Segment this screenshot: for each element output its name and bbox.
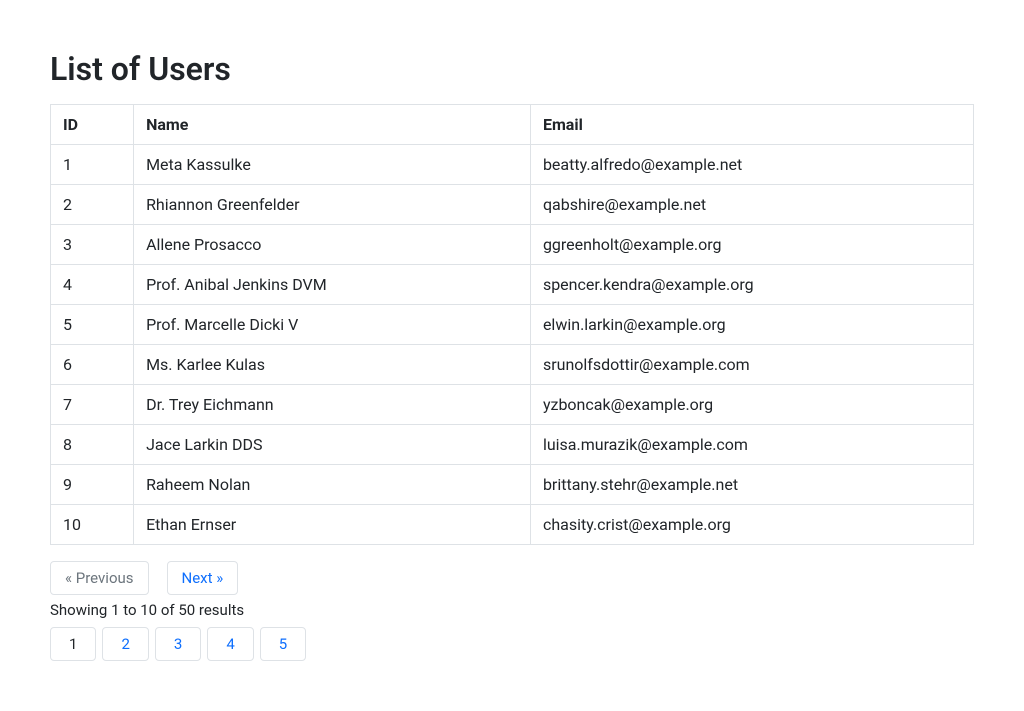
cell-email: elwin.larkin@example.org: [530, 305, 973, 345]
cell-name: Jace Larkin DDS: [134, 425, 531, 465]
table-row: 3Allene Prosaccoggreenholt@example.org: [51, 225, 974, 265]
column-header-id: ID: [51, 105, 134, 145]
table-row: 7Dr. Trey Eichmannyzboncak@example.org: [51, 385, 974, 425]
cell-id: 3: [51, 225, 134, 265]
next-button[interactable]: Next »: [167, 561, 239, 595]
cell-id: 1: [51, 145, 134, 185]
table-row: 4Prof. Anibal Jenkins DVMspencer.kendra@…: [51, 265, 974, 305]
pagination-status: Showing 1 to 10 of 50 results: [50, 601, 974, 619]
cell-email: qabshire@example.net: [530, 185, 973, 225]
cell-id: 5: [51, 305, 134, 345]
page-link-4[interactable]: 4: [207, 627, 253, 661]
cell-name: Dr. Trey Eichmann: [134, 385, 531, 425]
cell-id: 2: [51, 185, 134, 225]
cell-name: Allene Prosacco: [134, 225, 531, 265]
cell-id: 4: [51, 265, 134, 305]
cell-email: chasity.crist@example.org: [530, 505, 973, 545]
table-header-row: ID Name Email: [51, 105, 974, 145]
cell-name: Rhiannon Greenfelder: [134, 185, 531, 225]
cell-name: Raheem Nolan: [134, 465, 531, 505]
page-link-5[interactable]: 5: [260, 627, 306, 661]
cell-id: 8: [51, 425, 134, 465]
previous-button: « Previous: [50, 561, 149, 595]
page-link-3[interactable]: 3: [155, 627, 201, 661]
cell-email: luisa.murazik@example.com: [530, 425, 973, 465]
table-row: 5Prof. Marcelle Dicki Velwin.larkin@exam…: [51, 305, 974, 345]
cell-name: Ms. Karlee Kulas: [134, 345, 531, 385]
cell-email: srunolfsdottir@example.com: [530, 345, 973, 385]
cell-name: Prof. Anibal Jenkins DVM: [134, 265, 531, 305]
cell-name: Ethan Ernser: [134, 505, 531, 545]
pagination-pages: 12345: [50, 627, 974, 661]
column-header-email: Email: [530, 105, 973, 145]
cell-email: ggreenholt@example.org: [530, 225, 973, 265]
cell-id: 6: [51, 345, 134, 385]
cell-email: yzboncak@example.org: [530, 385, 973, 425]
cell-name: Prof. Marcelle Dicki V: [134, 305, 531, 345]
cell-email: brittany.stehr@example.net: [530, 465, 973, 505]
cell-email: spencer.kendra@example.org: [530, 265, 973, 305]
pagination-prev-next: « Previous Next »: [50, 561, 974, 595]
table-row: 10Ethan Ernserchasity.crist@example.org: [51, 505, 974, 545]
cell-email: beatty.alfredo@example.net: [530, 145, 973, 185]
cell-name: Meta Kassulke: [134, 145, 531, 185]
table-row: 6Ms. Karlee Kulassrunolfsdottir@example.…: [51, 345, 974, 385]
page-link-2[interactable]: 2: [102, 627, 148, 661]
table-row: 8Jace Larkin DDSluisa.murazik@example.co…: [51, 425, 974, 465]
table-row: 2Rhiannon Greenfelderqabshire@example.ne…: [51, 185, 974, 225]
table-row: 1Meta Kassulkebeatty.alfredo@example.net: [51, 145, 974, 185]
cell-id: 10: [51, 505, 134, 545]
users-table: ID Name Email 1Meta Kassulkebeatty.alfre…: [50, 104, 974, 545]
table-row: 9Raheem Nolanbrittany.stehr@example.net: [51, 465, 974, 505]
cell-id: 7: [51, 385, 134, 425]
page-title: List of Users: [50, 50, 974, 88]
page-link-1: 1: [50, 627, 96, 661]
column-header-name: Name: [134, 105, 531, 145]
cell-id: 9: [51, 465, 134, 505]
